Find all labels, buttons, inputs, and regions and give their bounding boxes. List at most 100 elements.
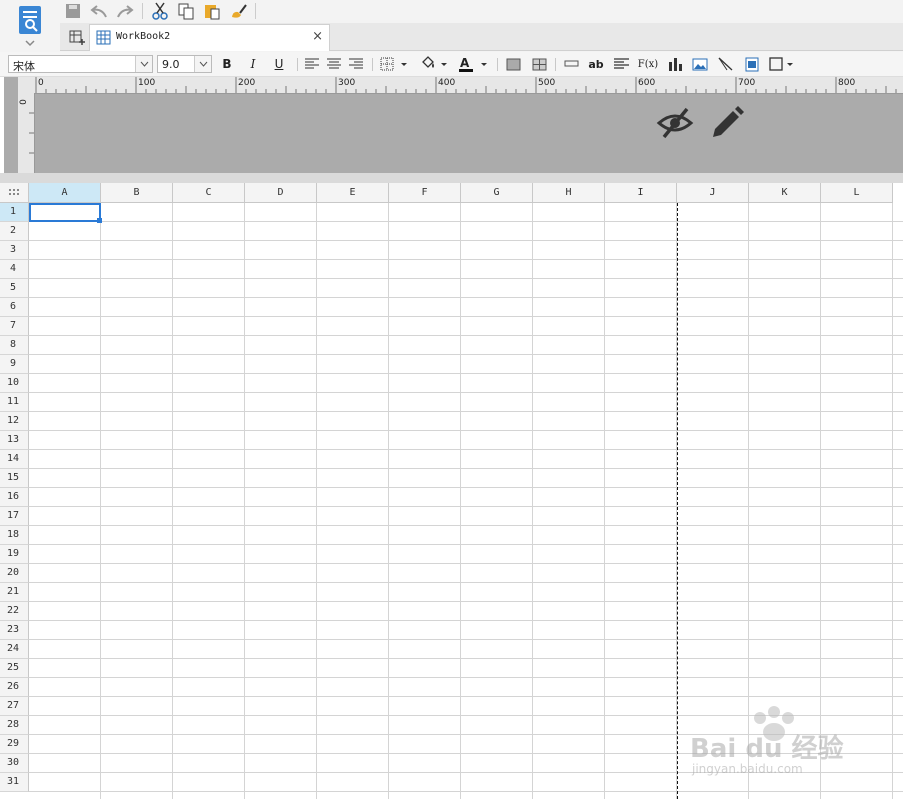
row-header[interactable]: 7 (0, 317, 29, 336)
text-align-button[interactable] (612, 55, 630, 73)
row-header[interactable]: 29 (0, 735, 29, 754)
app-menu-button[interactable] (10, 2, 50, 50)
font-name-select[interactable]: 宋体 (8, 55, 153, 73)
redo-button[interactable] (112, 0, 138, 22)
row-header[interactable]: 12 (0, 412, 29, 431)
bold-button[interactable]: B (218, 55, 236, 73)
align-center-button[interactable] (326, 55, 342, 73)
save-button[interactable] (60, 0, 86, 22)
unmerge-cells-icon (532, 58, 546, 70)
font-name-value: 宋体 (13, 60, 35, 73)
row-header[interactable]: 31 (0, 773, 29, 792)
undo-button[interactable] (86, 0, 112, 22)
underline-button[interactable]: U (270, 55, 288, 73)
vertical-ruler-ticks (29, 112, 34, 154)
wrap-text-button[interactable]: ab (586, 55, 606, 73)
formula-button[interactable]: F(x) (636, 55, 660, 73)
row-header[interactable]: 24 (0, 640, 29, 659)
new-workbook-button[interactable] (66, 25, 88, 49)
font-size-select[interactable]: 9.0 (157, 55, 212, 73)
row-header[interactable]: 30 (0, 754, 29, 773)
hide-toggle-button[interactable] (656, 106, 694, 143)
cut-button[interactable] (147, 0, 173, 22)
column-header[interactable]: A (29, 183, 101, 203)
unmerge-cells-button[interactable] (530, 55, 548, 73)
row-header[interactable]: 17 (0, 507, 29, 526)
column-header[interactable]: E (317, 183, 389, 203)
row-header[interactable]: 28 (0, 716, 29, 735)
ruler-corner (18, 77, 34, 93)
active-cell[interactable] (29, 203, 102, 223)
paste-button[interactable] (199, 0, 225, 22)
edit-button[interactable] (708, 106, 744, 143)
column-header[interactable]: J (677, 183, 749, 203)
row-header[interactable]: 1 (0, 203, 29, 222)
insert-chart-button[interactable] (666, 55, 684, 73)
column-header[interactable]: F (389, 183, 461, 203)
row-header[interactable]: 19 (0, 545, 29, 564)
column-header[interactable]: L (821, 183, 893, 203)
row-header[interactable]: 8 (0, 336, 29, 355)
copy-icon (178, 3, 194, 20)
ruler-ticks (35, 77, 897, 93)
italic-button[interactable]: I (244, 55, 262, 73)
grid-dots-icon (9, 189, 19, 195)
tab-workbook[interactable]: WorkBook2 × (89, 24, 330, 51)
ruler-mark: 700 (738, 78, 756, 88)
format-painter-button[interactable] (225, 0, 251, 22)
row-header[interactable]: 22 (0, 602, 29, 621)
column-header[interactable]: H (533, 183, 605, 203)
row-header[interactable]: 6 (0, 298, 29, 317)
ruler-mark: 100 (138, 78, 156, 88)
column-header[interactable]: D (245, 183, 317, 203)
cell-border-button[interactable] (768, 55, 796, 73)
quick-access-toolbar (60, 0, 260, 22)
fill-color-button[interactable] (418, 55, 450, 73)
column-header[interactable]: G (461, 183, 533, 203)
ruler-mark: 300 (338, 78, 356, 88)
row-header[interactable]: 4 (0, 260, 29, 279)
close-tab-button[interactable]: × (312, 29, 323, 44)
font-color-icon: A (459, 56, 487, 72)
row-header[interactable]: 9 (0, 355, 29, 374)
align-right-button[interactable] (348, 55, 364, 73)
row-header[interactable]: 10 (0, 374, 29, 393)
format-toolbar: 宋体 9.0 B I U A ab F(x) (0, 52, 903, 77)
row-header[interactable]: 20 (0, 564, 29, 583)
watermark-brand: Bai du 经验 (690, 734, 844, 764)
row-header[interactable]: 21 (0, 583, 29, 602)
row-header[interactable]: 14 (0, 450, 29, 469)
column-header[interactable]: K (749, 183, 821, 203)
align-center-icon (327, 58, 341, 69)
column-header[interactable]: B (101, 183, 173, 203)
row-header[interactable]: 2 (0, 222, 29, 241)
row-header[interactable]: 15 (0, 469, 29, 488)
column-header[interactable]: C (173, 183, 245, 203)
column-header[interactable]: I (605, 183, 677, 203)
row-header[interactable]: 25 (0, 659, 29, 678)
insert-image-button[interactable] (691, 55, 709, 73)
paste-icon (205, 5, 220, 20)
row-header[interactable]: 26 (0, 678, 29, 697)
insert-field-button[interactable] (562, 55, 580, 73)
row-header[interactable]: 23 (0, 621, 29, 640)
ruler-mark: 800 (838, 78, 856, 88)
row-header[interactable]: 5 (0, 279, 29, 298)
row-header[interactable]: 3 (0, 241, 29, 260)
row-header[interactable]: 16 (0, 488, 29, 507)
row-header[interactable]: 11 (0, 393, 29, 412)
copy-button[interactable] (173, 0, 199, 22)
merge-cells-button[interactable] (504, 55, 522, 73)
select-all-corner[interactable] (0, 183, 29, 203)
align-left-button[interactable] (304, 55, 320, 73)
font-color-button[interactable]: A (456, 55, 490, 73)
undo-icon (90, 5, 107, 18)
row-header[interactable]: 18 (0, 526, 29, 545)
ruler-mark: 500 (538, 78, 556, 88)
row-header[interactable]: 13 (0, 431, 29, 450)
insert-slash-button[interactable] (716, 55, 734, 73)
row-header[interactable]: 27 (0, 697, 29, 716)
insert-subreport-button[interactable] (743, 55, 761, 73)
fill-handle[interactable] (97, 218, 102, 223)
borders-button[interactable] (379, 55, 409, 73)
